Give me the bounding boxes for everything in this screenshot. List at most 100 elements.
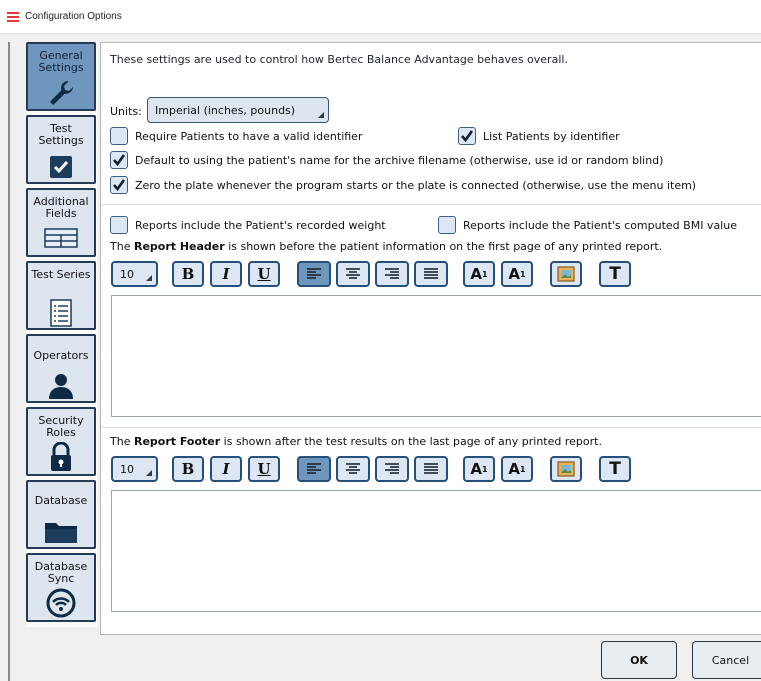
insert-image-button[interactable] [550,456,582,482]
align-left-button[interactable] [297,456,331,482]
cancel-button[interactable]: Cancel [692,641,761,679]
computed-bmi-label: Reports include the Patient's computed B… [463,218,737,232]
note-bold-text: Report Footer [133,435,221,448]
subscript-button[interactable]: A1 [501,261,533,287]
justify-button[interactable] [414,456,448,482]
zero-plate-label: Zero the plate whenever the program star… [135,178,697,192]
justify-icon [424,268,438,279]
units-select[interactable]: Imperial (inches, pounds) [147,97,329,123]
font-size-select[interactable]: 10 [111,261,158,287]
note-bold-text: Report Header [133,240,225,253]
sidebar-item-test-series[interactable]: Test Series [26,261,96,330]
superscript-label: A [470,460,483,478]
align-right-button[interactable] [375,456,409,482]
sidebar-item-label: Additional Fields [33,195,89,220]
italic-button[interactable]: I [210,261,242,287]
align-left-button[interactable] [297,261,331,287]
note-text: The [110,435,134,448]
justify-button[interactable] [414,261,448,287]
image-icon [557,266,575,282]
superscript-button[interactable]: A1 [463,261,495,287]
font-size-select[interactable]: 10 [111,456,158,482]
list-icon [28,299,94,327]
sidebar-item-database-sync[interactable]: Database Sync [26,553,96,622]
align-center-button[interactable] [336,261,370,287]
bold-button[interactable]: B [172,261,204,287]
report-footer-note: The Report Footer is shown after the tes… [110,435,602,448]
image-icon [557,461,575,477]
sidebar-item-general-settings[interactable]: General Settings [26,42,96,111]
insert-image-button[interactable] [550,261,582,287]
sidebar-item-security-roles[interactable]: Security Roles [26,407,96,476]
units-select-value: Imperial (inches, pounds) [155,104,296,117]
report-footer-editor[interactable] [111,490,761,612]
default-name-label: Default to using the patient's name for … [135,153,664,167]
sidebar-item-database[interactable]: Database [26,480,96,549]
underline-button[interactable]: U [248,261,280,287]
align-center-icon [346,268,360,279]
align-right-button[interactable] [375,261,409,287]
align-right-icon [385,268,399,279]
text-style-button[interactable]: T [599,261,631,287]
sidebar-item-label: Security Roles [38,414,84,439]
app-icon [7,12,19,22]
checkmark-icon [461,130,474,143]
checkmark-icon [113,179,126,192]
sidebar-item-additional-fields[interactable]: Additional Fields [26,188,96,257]
underline-button[interactable]: U [248,456,280,482]
list-by-identifier-option[interactable]: List Patients by identifier [458,127,620,145]
align-center-icon [346,463,360,474]
sync-wifi-icon [28,588,94,618]
sidebar-item-operators[interactable]: Operators [26,334,96,403]
sidebar: General Settings Test Settings Additiona… [26,42,98,627]
settings-panel: These settings are used to control how B… [100,42,761,635]
recorded-weight-label: Reports include the Patient's recorded w… [135,218,386,232]
align-left-icon [307,463,321,474]
font-size-value: 10 [120,267,134,281]
computed-bmi-option[interactable]: Reports include the Patient's computed B… [438,216,737,234]
checkbox-icon [28,155,94,179]
sidebar-item-label: Database [34,494,88,507]
intro-text: These settings are used to control how B… [110,53,568,66]
folder-icon [28,520,94,544]
align-center-button[interactable] [336,456,370,482]
list-by-identifier-checkbox[interactable] [458,127,476,145]
subscript-button[interactable]: A1 [501,456,533,482]
zero-plate-checkbox[interactable] [110,176,128,194]
checkmark-icon [113,154,126,167]
table-icon [28,228,94,248]
require-identifier-checkbox[interactable] [110,127,128,145]
window-title: Configuration Options [25,11,122,22]
report-header-note: The Report Header is shown before the pa… [110,240,662,253]
default-name-checkbox[interactable] [110,151,128,169]
italic-button[interactable]: I [210,456,242,482]
superscript-label: A [470,265,483,283]
divider [101,204,761,205]
dropdown-corner-icon [146,275,152,281]
dropdown-corner-icon [146,470,152,476]
divider [101,427,761,428]
sidebar-item-label: Database Sync [34,560,88,585]
dropdown-corner-icon [318,112,324,118]
note-text: is shown before the patient information … [224,240,663,253]
text-style-button[interactable]: T [599,456,631,482]
person-icon [28,372,94,400]
default-name-option[interactable]: Default to using the patient's name for … [110,151,663,169]
recorded-weight-option[interactable]: Reports include the Patient's recorded w… [110,216,386,234]
recorded-weight-checkbox[interactable] [110,216,128,234]
lock-icon [28,442,94,472]
justify-icon [424,463,438,474]
sidebar-item-label: Operators [33,349,89,362]
sidebar-item-test-settings[interactable]: Test Settings [26,115,96,184]
ok-button[interactable]: OK [601,641,677,679]
computed-bmi-checkbox[interactable] [438,216,456,234]
superscript-button[interactable]: A1 [463,456,495,482]
wrench-icon [28,78,94,108]
zero-plate-option[interactable]: Zero the plate whenever the program star… [110,176,696,194]
require-identifier-option[interactable]: Require Patients to have a valid identif… [110,127,362,145]
align-right-icon [385,463,399,474]
list-by-identifier-label: List Patients by identifier [483,129,620,143]
bold-button[interactable]: B [172,456,204,482]
report-header-editor[interactable] [111,295,761,417]
sidebar-item-label: Test Settings [38,122,84,147]
